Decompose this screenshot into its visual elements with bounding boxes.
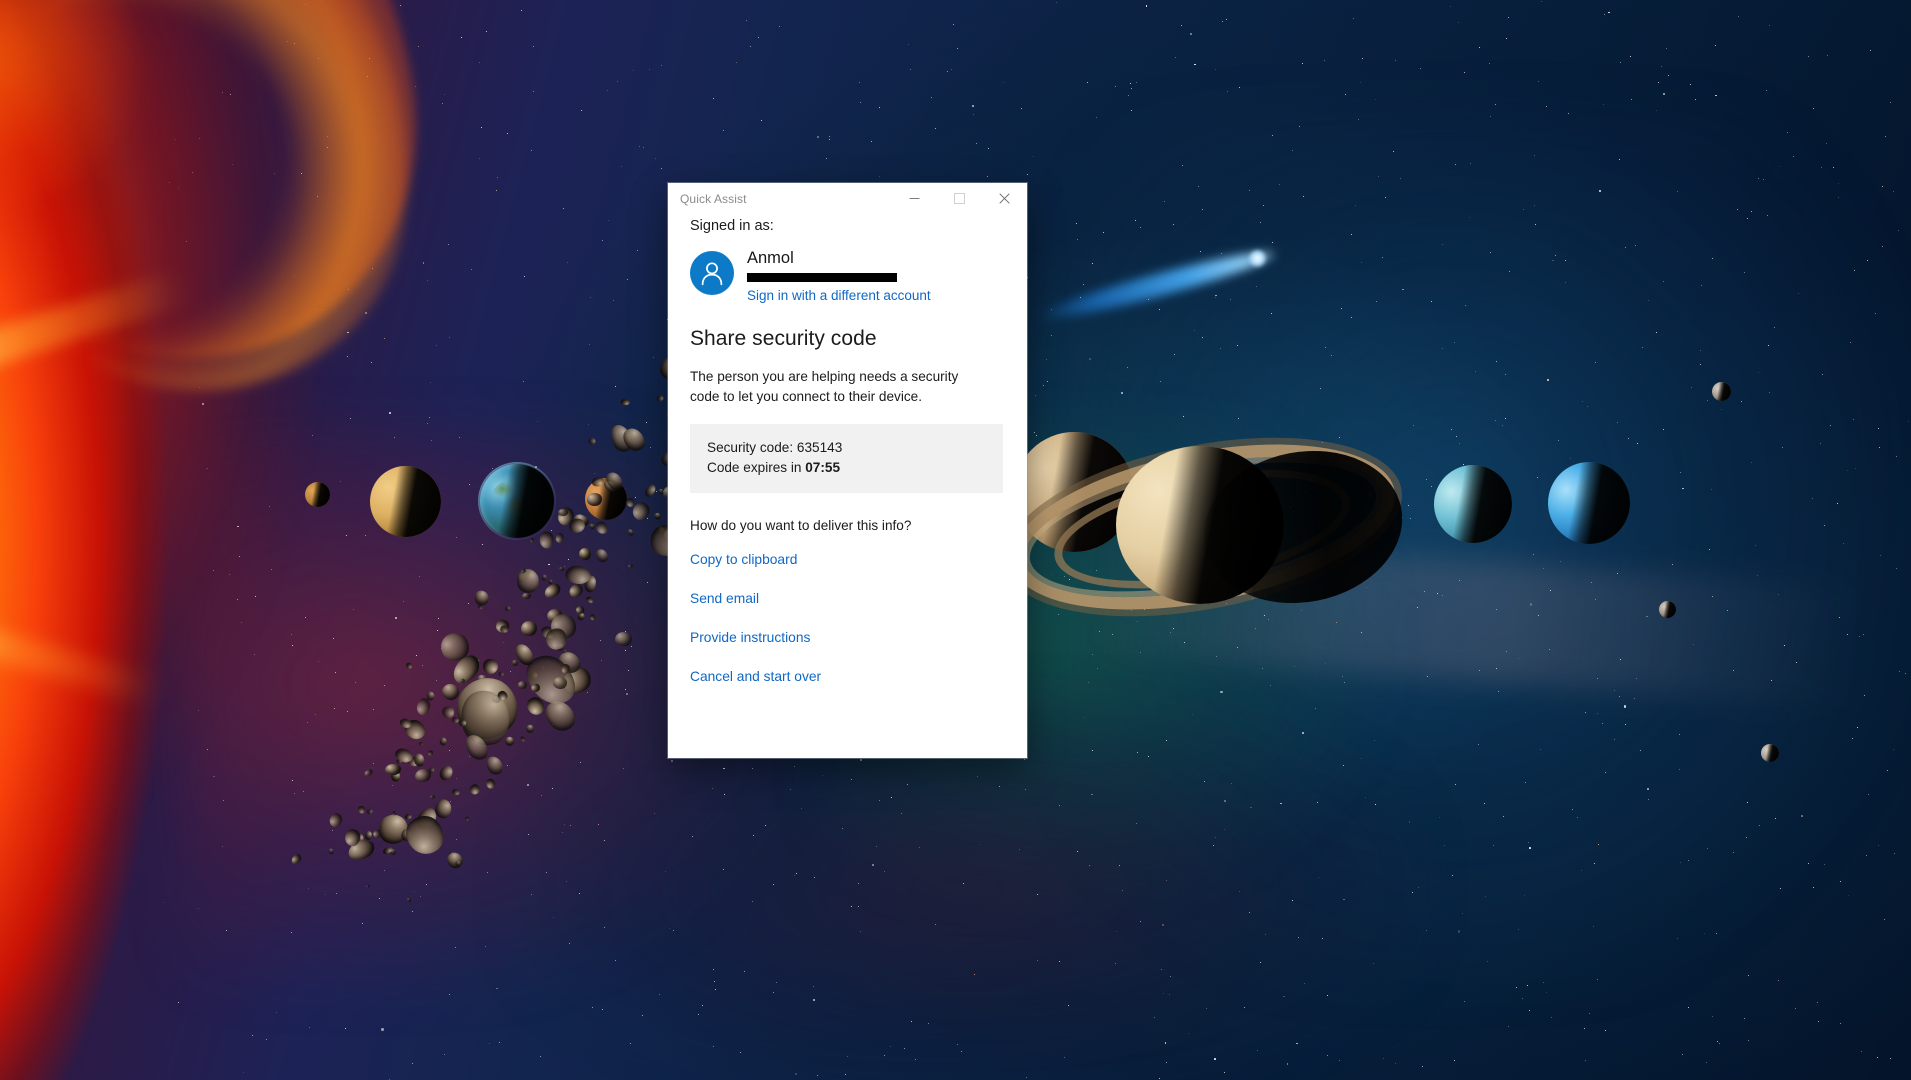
account-details: Anmol Sign in with a different account [747, 249, 931, 305]
send-email-link[interactable]: Send email [690, 590, 759, 607]
person-icon [698, 259, 726, 287]
copy-to-clipboard-link[interactable]: Copy to clipboard [690, 551, 797, 568]
moon-upper-right [1712, 382, 1731, 401]
share-description: The person you are helping needs a secur… [690, 369, 959, 405]
earth-atmosphere-glow [478, 462, 556, 540]
minimize-button[interactable] [892, 183, 937, 214]
planet-uranus [1434, 465, 1512, 543]
signed-in-label: Signed in as: [690, 218, 774, 234]
moon-lower-right [1761, 744, 1779, 762]
minimize-icon [909, 193, 920, 204]
planet-venus [370, 466, 441, 537]
close-icon [999, 193, 1010, 204]
planet-mars [585, 478, 627, 520]
title-bar[interactable]: Quick Assist [668, 183, 1027, 214]
maximize-icon [954, 193, 965, 204]
account-email-redacted [747, 273, 897, 283]
quick-assist-window[interactable]: Quick Assist Signed in as: Anmol Sign in… [668, 183, 1027, 758]
planet-neptune [1548, 462, 1630, 544]
security-code-box: Security code: 635143 Code expires in 07… [690, 423, 1003, 494]
avatar [690, 251, 734, 296]
window-content: Signed in as: Anmol Sign in with a diffe… [668, 214, 1027, 758]
security-code-text: Security code: 635143 [707, 439, 843, 455]
page-title: Share security code [690, 327, 877, 351]
expiry-prefix: Code expires in [707, 459, 802, 475]
provide-instructions-link[interactable]: Provide instructions [690, 629, 810, 646]
expiry-time: 07:55 [805, 459, 841, 475]
account-row: Anmol Sign in with a different account [690, 249, 1005, 305]
cancel-and-start-over-link[interactable]: Cancel and start over [690, 668, 821, 685]
sign-in-different-account-link[interactable]: Sign in with a different account [747, 288, 931, 305]
planet-mercury [305, 482, 330, 507]
delivery-question: How do you want to deliver this info? [690, 518, 912, 534]
desktop[interactable]: Quick Assist Signed in as: Anmol Sign in… [0, 0, 1911, 1080]
moon-mid-right [1659, 601, 1676, 618]
delivery-options-list: Copy to clipboard Send email Provide ins… [690, 551, 1005, 686]
earth-landmass [490, 480, 532, 525]
maximize-button[interactable] [937, 183, 982, 214]
account-name: Anmol [747, 249, 794, 268]
code-expiry-text: Code expires in 07:55 [707, 458, 986, 478]
close-button[interactable] [982, 183, 1027, 214]
sun [0, 0, 610, 1080]
window-title: Quick Assist [680, 191, 747, 206]
planet-earth [480, 464, 554, 538]
planet-saturn [997, 404, 1416, 638]
